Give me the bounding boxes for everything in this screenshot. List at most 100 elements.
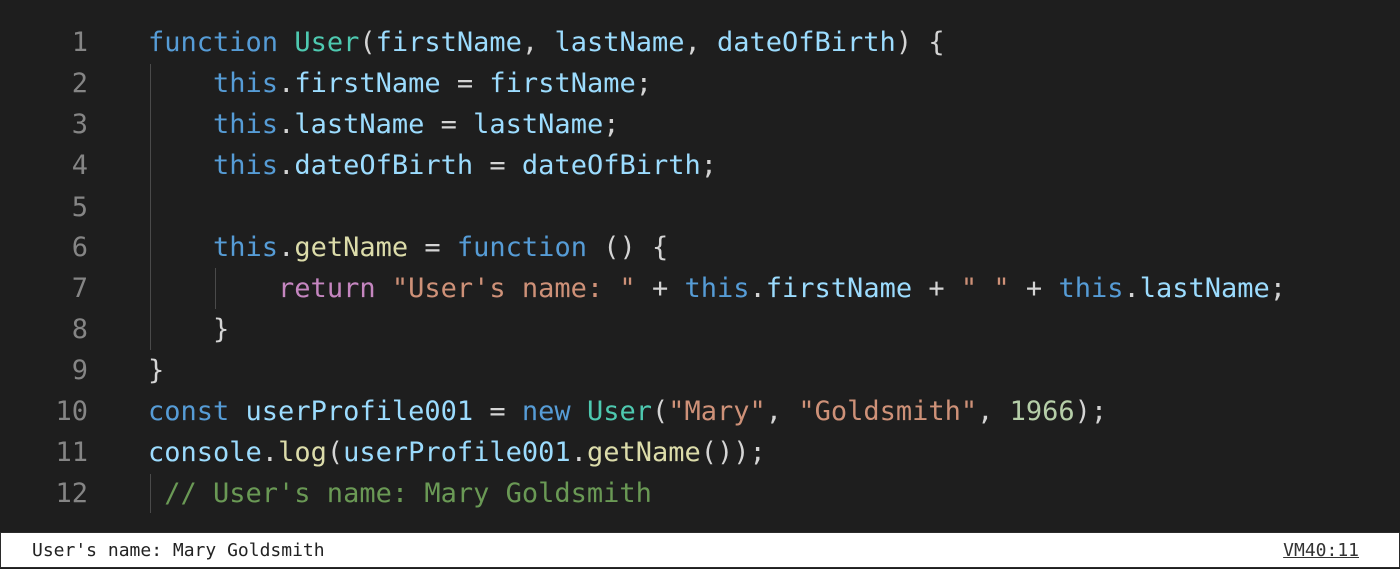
code-token: "User's name: " — [391, 273, 636, 304]
code-line[interactable]: 6 this.getName = function () { — [0, 227, 1400, 268]
code-line[interactable]: 8 } — [0, 309, 1400, 350]
code-token: User — [586, 396, 652, 427]
code-token: ); — [1074, 396, 1108, 427]
code-token: return — [278, 273, 376, 304]
code-token: + — [912, 273, 961, 304]
code-token: = — [473, 150, 522, 181]
code-text: // User's name: Mary Goldsmith — [148, 473, 652, 514]
code-token: lastName — [1139, 273, 1270, 304]
code-token: = — [473, 396, 522, 427]
code-text: const userProfile001 = new User("Mary", … — [148, 391, 1107, 432]
code-token: ; — [635, 68, 652, 99]
code-token: , — [765, 396, 799, 427]
code-token: function — [148, 27, 279, 58]
code-token: function — [456, 232, 587, 263]
code-text: this.getName = function () { — [148, 227, 668, 268]
code-token: " " — [960, 273, 1010, 304]
code-token: firstName — [489, 68, 636, 99]
code-text: } — [148, 350, 164, 391]
code-line[interactable]: 5 — [0, 187, 1400, 228]
code-token: lastName — [473, 109, 604, 140]
line-number: 5 — [71, 192, 88, 223]
code-token: new — [521, 396, 571, 427]
code-token: this — [213, 109, 279, 140]
code-text: } — [148, 309, 229, 350]
console-output-row: User's name: Mary Goldsmith VM40:11 — [0, 532, 1400, 568]
code-token: ; — [1269, 273, 1287, 304]
code-token: userProfile001 — [343, 437, 571, 468]
code-token: . — [1123, 273, 1140, 304]
code-token: "Mary" — [668, 396, 766, 427]
console-source-link[interactable]: VM40:11 — [1283, 533, 1359, 569]
code-token: dateOfBirth — [521, 150, 701, 181]
code-token: log — [278, 437, 327, 468]
line-number: 7 — [71, 273, 88, 304]
code-token: // User's name: Mary Goldsmith — [148, 478, 652, 509]
code-line[interactable]: 12 // User's name: Mary Goldsmith — [0, 473, 1400, 514]
code-token: this — [213, 150, 279, 181]
line-number: 9 — [71, 355, 88, 386]
code-token: getName — [294, 232, 409, 263]
code-token: userProfile001 — [245, 396, 474, 427]
code-token: dateOfBirth — [294, 150, 474, 181]
code-token: firstName — [294, 68, 441, 99]
code-line[interactable]: 1 function User(firstName, lastName, date… — [0, 22, 1400, 63]
code-token: ( — [651, 396, 669, 427]
code-token: ( — [326, 437, 344, 468]
code-token: = — [440, 68, 490, 99]
code-token: 1966 — [1009, 396, 1075, 427]
code-token: . — [278, 68, 295, 99]
code-token: } — [148, 355, 165, 386]
code-token: console — [148, 437, 262, 468]
line-number: 11 — [55, 437, 88, 468]
line-number: 4 — [71, 150, 88, 181]
code-token: . — [278, 109, 295, 140]
code-token: this — [684, 273, 750, 304]
code-token: this — [213, 232, 279, 263]
code-token: = — [408, 232, 457, 263]
code-text: this.dateOfBirth = dateOfBirth; — [148, 145, 717, 186]
code-editor[interactable]: 1 function User(firstName, lastName, date… — [0, 0, 1400, 532]
code-token: ; — [700, 150, 717, 181]
code-token: . — [278, 232, 295, 263]
code-token: lastName — [554, 27, 685, 58]
code-token: , — [977, 396, 1010, 427]
code-token: firstName — [375, 27, 522, 58]
code-token: getName — [586, 437, 701, 468]
code-token: ()); — [700, 437, 766, 468]
code-line[interactable]: 11 console.log(userProfile001.getName()); — [0, 432, 1400, 473]
code-line[interactable]: 9} — [0, 350, 1400, 391]
line-number: 8 — [71, 314, 88, 345]
code-line[interactable]: 4 this.dateOfBirth = dateOfBirth; — [0, 145, 1400, 186]
line-number: 10 — [55, 396, 88, 427]
code-token: this — [1058, 273, 1124, 304]
code-line[interactable]: 10 const userProfile001 = new User("Mary"… — [0, 391, 1400, 432]
code-token: ) { — [895, 27, 945, 58]
code-token: . — [278, 150, 295, 181]
code-token: lastName — [294, 109, 425, 140]
line-number: 2 — [71, 68, 88, 99]
code-token: firstName — [765, 273, 913, 304]
code-line[interactable]: 2 this.firstName = firstName; — [0, 63, 1400, 104]
line-number: 6 — [71, 232, 88, 263]
code-token: const — [148, 396, 230, 427]
code-text: this.lastName = lastName; — [148, 104, 619, 145]
code-line[interactable]: 3 this.lastName = lastName; — [0, 104, 1400, 145]
code-text: this.firstName = firstName; — [148, 63, 652, 104]
code-token: User — [294, 27, 360, 58]
code-token: ( — [359, 27, 376, 58]
code-line[interactable]: 7 return "User's name: " + this. firstNam… — [0, 268, 1400, 309]
code-token: ; — [603, 109, 620, 140]
code-token: = — [424, 109, 474, 140]
line-number: 12 — [55, 478, 88, 509]
console-message: User's name: Mary Goldsmith — [32, 540, 325, 561]
code-token: } — [148, 314, 230, 345]
code-token: dateOfBirth — [717, 27, 896, 58]
